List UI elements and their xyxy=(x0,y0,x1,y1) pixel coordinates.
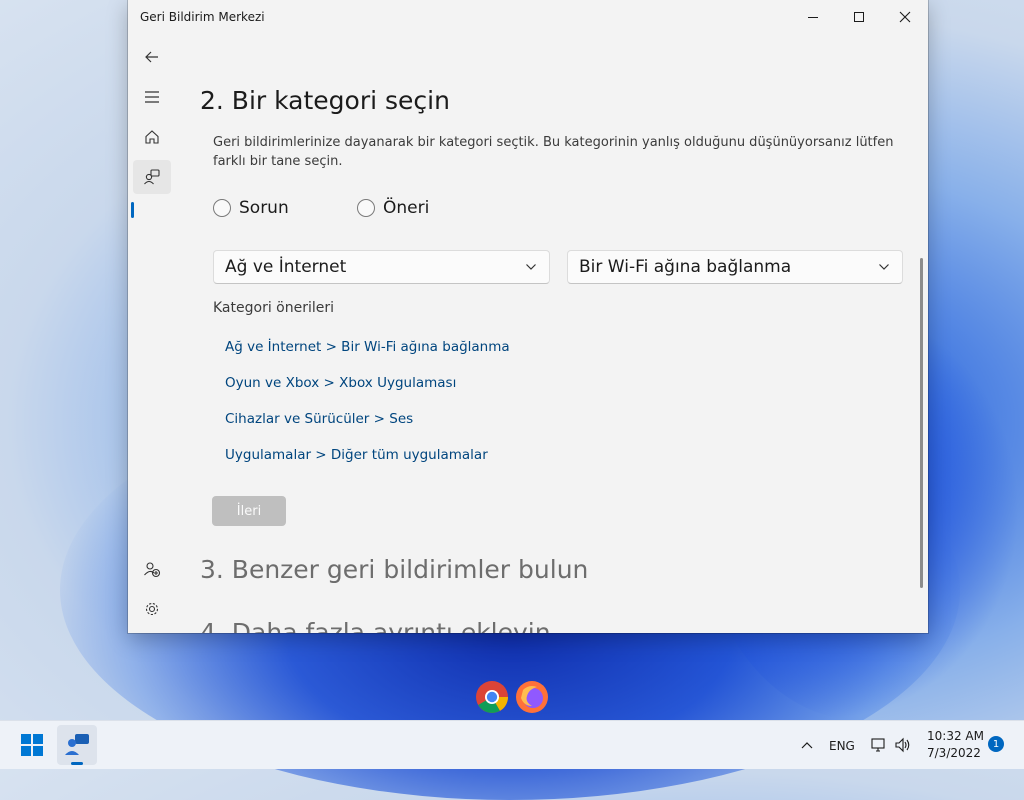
menu-button[interactable] xyxy=(133,80,171,114)
hamburger-icon xyxy=(145,91,159,103)
suggestion-link[interactable]: Cihazlar ve Sürücüler > Ses xyxy=(225,411,413,427)
main-content: 2. Bir kategori seçin Geri bildirimlerin… xyxy=(176,34,928,633)
start-button[interactable] xyxy=(12,725,52,765)
minimize-button[interactable] xyxy=(790,0,836,34)
volume-button[interactable] xyxy=(890,725,916,765)
close-icon xyxy=(899,11,911,23)
clock-date[interactable]: 7/3/2022 xyxy=(927,746,981,760)
close-button[interactable] xyxy=(882,0,928,34)
nav-sidebar xyxy=(128,34,176,633)
chrome-icon[interactable] xyxy=(475,680,509,714)
suggestion-link[interactable]: Uygulamalar > Diğer tüm uygulamalar xyxy=(225,447,488,463)
next-button[interactable]: İleri xyxy=(212,496,286,526)
radio-issue[interactable]: Sorun xyxy=(213,198,289,218)
gear-icon xyxy=(145,602,159,616)
notification-badge[interactable]: 1 xyxy=(988,736,1004,752)
vertical-scrollbar[interactable] xyxy=(920,258,923,588)
radio-issue-circle[interactable] xyxy=(213,199,231,217)
taskbar: ENG 10:32 AM 7/3/2022 xyxy=(0,720,1024,769)
speaker-icon xyxy=(895,737,910,753)
nav-settings[interactable] xyxy=(133,592,171,626)
show-hidden-icons-button[interactable] xyxy=(787,725,827,765)
step4-heading[interactable]: 4. Daha fazla ayrıntı ekleyin xyxy=(200,618,551,633)
subcategory-dropdown-value: Bir Wi-Fi ağına bağlanma xyxy=(579,257,792,277)
home-icon xyxy=(145,130,159,144)
nav-home[interactable] xyxy=(133,120,171,154)
radio-suggestion-circle[interactable] xyxy=(357,199,375,217)
feedback-hub-taskbar-button[interactable] xyxy=(57,725,97,765)
clock-time[interactable]: 10:32 AM xyxy=(927,729,984,743)
step3-heading[interactable]: 3. Benzer geri bildirimler bulun xyxy=(200,555,588,584)
add-person-icon xyxy=(144,562,161,578)
category-dropdown-value: Ağ ve İnternet xyxy=(225,257,347,277)
title-bar: Geri Bildirim Merkezi xyxy=(128,0,928,34)
nav-add-account[interactable] xyxy=(133,552,171,586)
language-indicator[interactable]: ENG xyxy=(829,739,855,753)
category-suggestions-label: Kategori önerileri xyxy=(213,300,335,316)
maximize-icon xyxy=(854,12,864,22)
maximize-button[interactable] xyxy=(836,0,882,34)
chevron-down-icon xyxy=(879,264,889,270)
subcategory-dropdown[interactable]: Bir Wi-Fi ağına bağlanma xyxy=(567,250,903,284)
suggestion-link[interactable]: Oyun ve Xbox > Xbox Uygulaması xyxy=(225,375,456,391)
suggestion-link[interactable]: Ağ ve İnternet > Bir Wi-Fi ağına bağlanm… xyxy=(225,339,510,355)
category-dropdown[interactable]: Ağ ve İnternet xyxy=(213,250,550,284)
radio-suggestion-label: Öneri xyxy=(383,198,430,218)
active-indicator xyxy=(131,202,134,218)
feedback-hub-window: Geri Bildirim Merkezi 2. Bir kategori se… xyxy=(128,0,928,633)
windows-logo-icon xyxy=(21,734,43,756)
nav-feedback[interactable] xyxy=(133,160,171,194)
chevron-down-icon xyxy=(526,264,536,270)
feedback-hub-app-icon xyxy=(65,734,89,755)
step2-heading: 2. Bir kategori seçin xyxy=(200,86,450,115)
network-button[interactable] xyxy=(866,725,892,765)
window-title: Geri Bildirim Merkezi xyxy=(140,10,265,24)
back-arrow-icon xyxy=(145,51,158,63)
firefox-icon[interactable] xyxy=(515,680,549,714)
chevron-up-icon xyxy=(801,742,813,749)
radio-suggestion[interactable]: Öneri xyxy=(357,198,429,218)
minimize-icon xyxy=(808,17,818,18)
back-button[interactable] xyxy=(133,40,171,74)
category-description: Geri bildirimlerinize dayanarak bir kate… xyxy=(213,135,894,169)
radio-issue-label: Sorun xyxy=(239,198,289,218)
running-indicator xyxy=(71,762,83,765)
feedback-icon xyxy=(144,169,160,185)
network-icon xyxy=(871,738,885,752)
